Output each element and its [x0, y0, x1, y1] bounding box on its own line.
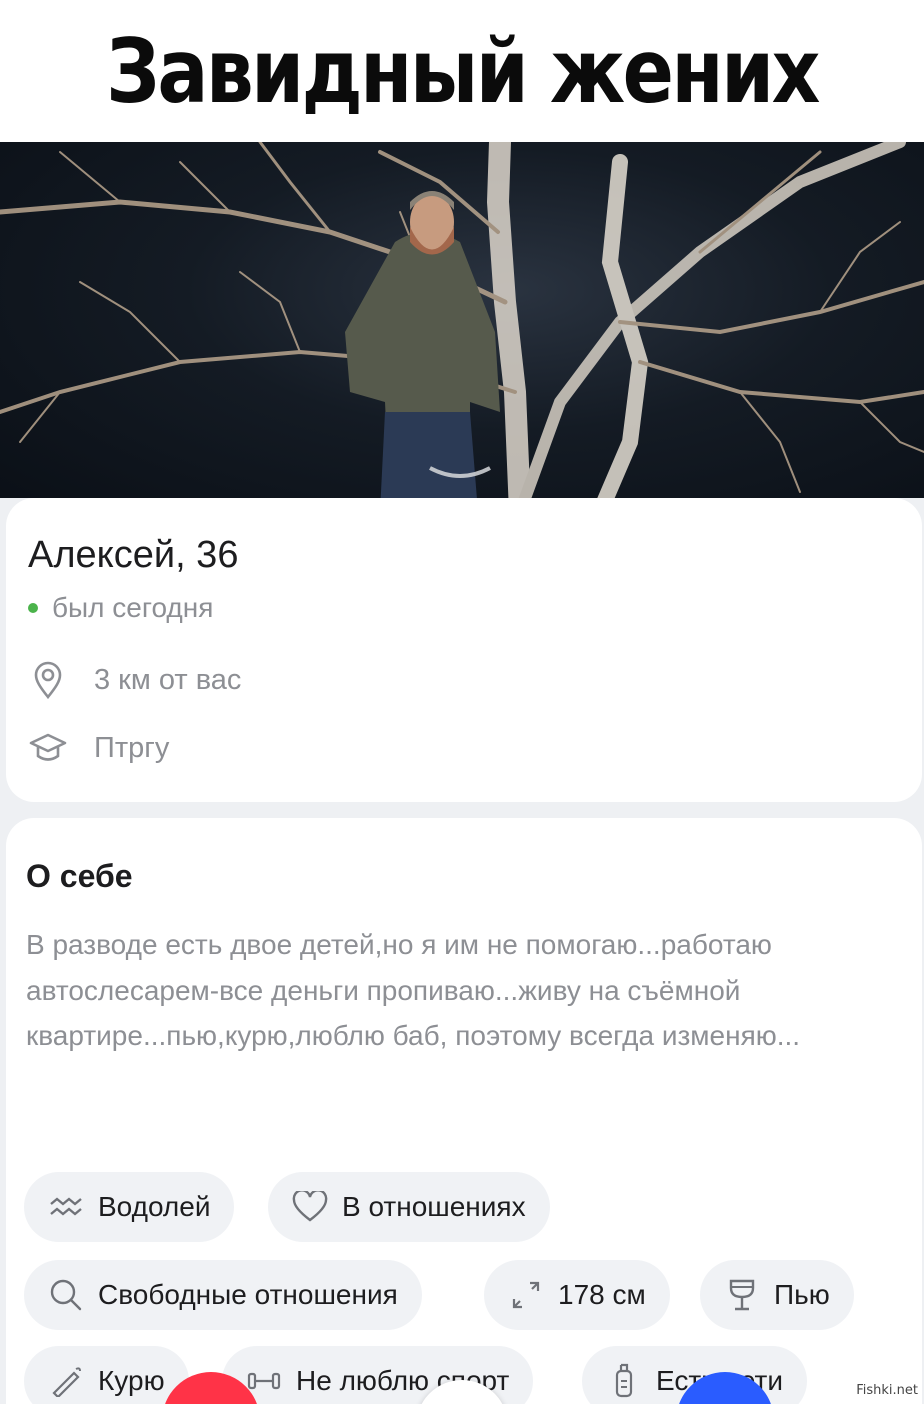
chip-label: 178 см: [558, 1279, 646, 1310]
interest-chip[interactable]: 178 см: [484, 1260, 670, 1330]
interest-chip[interactable]: Курю: [24, 1346, 189, 1404]
chip-label: Курю: [98, 1365, 165, 1396]
interest-chip[interactable]: Свободные отношения: [24, 1260, 422, 1330]
watermark: Fishki.net: [856, 1383, 918, 1398]
about-text: В разводе есть двое детей,но я им не пом…: [26, 929, 801, 1051]
profile-photo[interactable]: [0, 142, 924, 512]
interest-chip[interactable]: Пью: [700, 1260, 854, 1330]
online-status-text: был сегодня: [52, 592, 214, 623]
search-icon: [48, 1277, 84, 1313]
cigarette-icon: [48, 1363, 84, 1399]
chip-label: Свободные отношения: [98, 1279, 398, 1310]
baby-bottle-icon: [606, 1363, 642, 1399]
chip-label: Водолей: [98, 1191, 211, 1222]
graduation-cap-icon: [28, 728, 68, 768]
interest-chip[interactable]: В отношениях: [268, 1172, 550, 1242]
about-title: О себе: [26, 858, 133, 894]
about-card: О себе В разводе есть двое детей,но я им…: [6, 818, 922, 1404]
education-text: Птргу: [94, 731, 170, 764]
profile-name-age: Алексей, 36: [28, 534, 239, 576]
photo-illustration: [0, 142, 924, 512]
interest-chip[interactable]: Водолей: [24, 1172, 235, 1242]
wine-glass-icon: [724, 1277, 760, 1313]
distance-row: 3 км от вас: [28, 660, 241, 700]
chip-label: В отношениях: [342, 1191, 526, 1222]
profile-info-card: Алексей, 36 был сегодня 3 км от вас Птрг…: [6, 498, 922, 802]
meme-title: Завидный жених: [106, 19, 820, 123]
online-status: был сегодня: [28, 592, 213, 624]
heart-icon: [292, 1189, 328, 1225]
education-row: Птргу: [28, 728, 169, 768]
distance-text: 3 км от вас: [94, 663, 242, 696]
chip-label: Пью: [774, 1279, 830, 1310]
online-dot-icon: [28, 603, 38, 613]
location-pin-icon: [28, 660, 68, 700]
aquarius-icon: [48, 1189, 84, 1225]
height-arrows-icon: [508, 1277, 544, 1313]
